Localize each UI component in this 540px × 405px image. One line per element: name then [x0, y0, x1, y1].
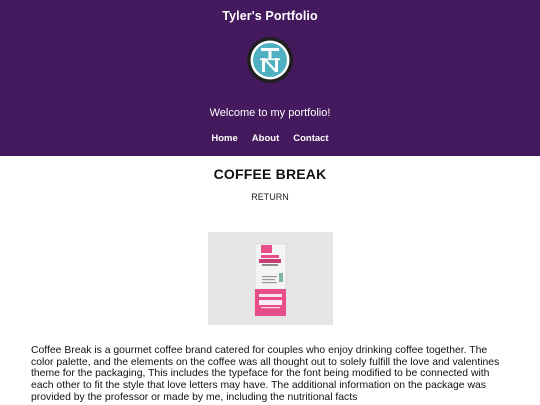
nav-home-link[interactable]: Home — [211, 133, 237, 144]
project-description: Coffee Break is a gourmet coffee brand c… — [31, 345, 500, 403]
return-link[interactable]: RETURN — [0, 192, 540, 202]
welcome-message: Welcome to my portfolio! — [209, 107, 331, 119]
nav-contact-link[interactable]: Contact — [293, 133, 328, 144]
project-title: COFFEE BREAK — [213, 166, 327, 182]
nav-about-link[interactable]: About — [252, 133, 279, 144]
tn-monogram-logo-icon[interactable] — [246, 36, 294, 84]
main-nav: Home About Contact — [0, 133, 540, 144]
coffee-package-image[interactable] — [208, 232, 333, 325]
site-title: Tyler's Portfolio — [222, 9, 318, 23]
coffee-package-icon — [254, 243, 287, 317]
site-header: Tyler's Portfolio Welcome to my portfoli… — [0, 0, 540, 156]
